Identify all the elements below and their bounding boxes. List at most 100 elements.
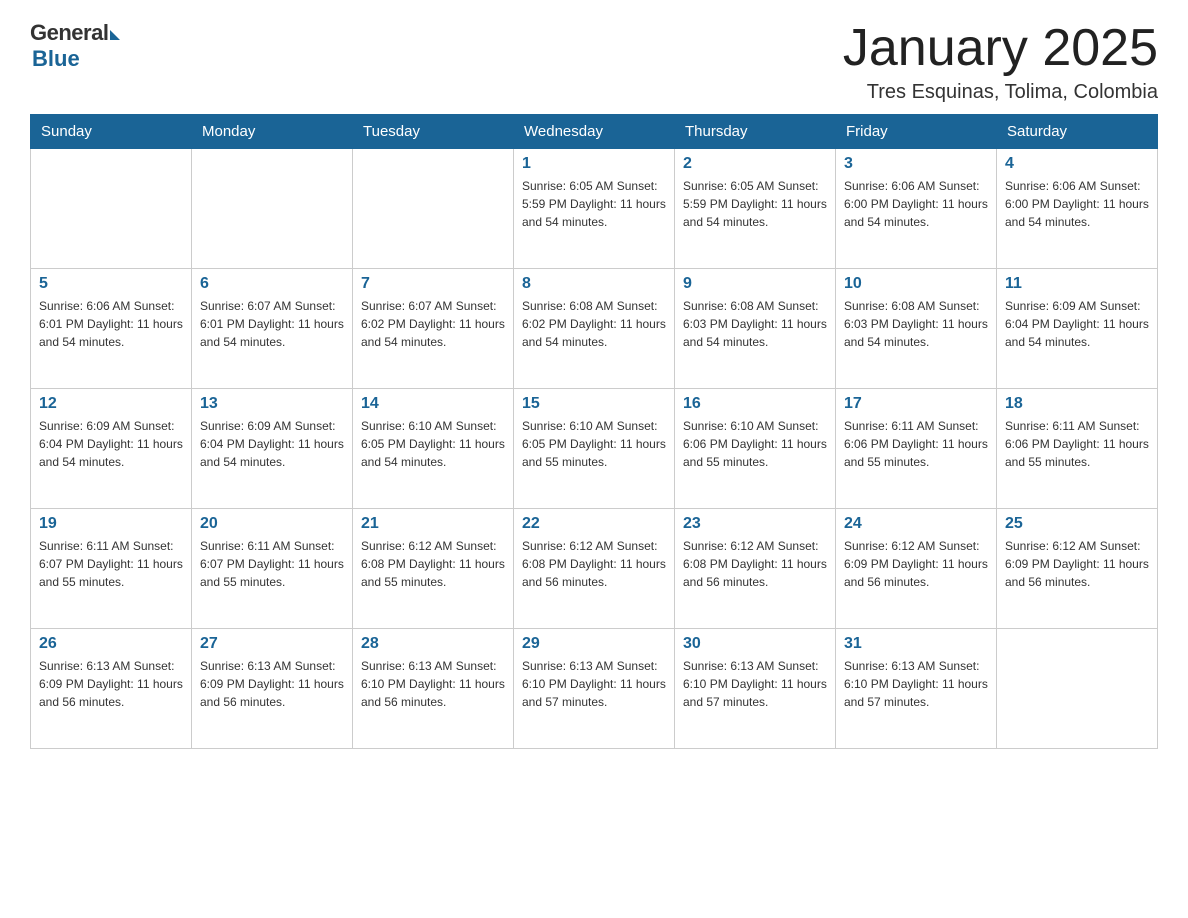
calendar-cell: 22Sunrise: 6:12 AM Sunset: 6:08 PM Dayli…: [514, 509, 675, 629]
calendar-cell: 9 Sunrise: 6:08 AM Sunset: 6:03 PM Daylig…: [675, 269, 836, 389]
calendar-cell: 20 Sunrise: 6:11 AM Sunset: 6:07 PM Dayli…: [192, 509, 353, 629]
calendar-cell: 12 Sunrise: 6:09 AM Sunset: 6:04 PM Dayli…: [31, 389, 192, 509]
day-info: Sunrise: 6:06 AM Sunset: 6:00 PM Dayligh…: [844, 177, 988, 231]
day-number: 26: [39, 635, 183, 653]
day-number: 4: [1005, 155, 1149, 173]
day-info: Sunrise: 6:07 AM Sunset: 6:02 PM Dayligh…: [361, 297, 505, 351]
day-info: Sunrise: 6:10 AM Sunset: 6:06 PM Dayligh…: [683, 417, 827, 471]
day-number: 1: [522, 155, 666, 173]
logo-arrow-icon: [110, 30, 120, 40]
day-number: 2: [683, 155, 827, 173]
calendar-week-2: 5 Sunrise: 6:06 AM Sunset: 6:01 PM Daylig…: [31, 269, 1158, 389]
day-number: 28: [361, 635, 505, 653]
calendar-cell: 19Sunrise: 6:11 AM Sunset: 6:07 PM Dayli…: [31, 509, 192, 629]
day-info: Sunrise: 6:13 AM Sunset: 6:10 PM Dayligh…: [844, 657, 988, 711]
calendar-cell: 29Sunrise: 6:13 AM Sunset: 6:10 PM Dayli…: [514, 629, 675, 749]
day-info: Sunrise: 6:05 AM Sunset: 5:59 PM Dayligh…: [522, 177, 666, 231]
calendar-cell: 15Sunrise: 6:10 AM Sunset: 6:05 PM Dayli…: [514, 389, 675, 509]
calendar-cell: 30 Sunrise: 6:13 AM Sunset: 6:10 PM Dayli…: [675, 629, 836, 749]
day-number: 25: [1005, 515, 1149, 533]
logo-blue-text: Blue: [32, 46, 80, 72]
calendar-title: January 2025: [843, 20, 1158, 77]
calendar-cell: 7Sunrise: 6:07 AM Sunset: 6:02 PM Daylig…: [353, 269, 514, 389]
title-section: January 2025 Tres Esquinas, Tolima, Colo…: [843, 20, 1158, 104]
calendar-cell: 6Sunrise: 6:07 AM Sunset: 6:01 PM Daylig…: [192, 269, 353, 389]
calendar-week-3: 12 Sunrise: 6:09 AM Sunset: 6:04 PM Dayli…: [31, 389, 1158, 509]
day-number: 9: [683, 275, 827, 293]
day-number: 24: [844, 515, 988, 533]
day-info: Sunrise: 6:06 AM Sunset: 6:00 PM Dayligh…: [1005, 177, 1149, 231]
day-info: Sunrise: 6:11 AM Sunset: 6:07 PM Dayligh…: [39, 537, 183, 591]
day-info: Sunrise: 6:12 AM Sunset: 6:09 PM Dayligh…: [844, 537, 988, 591]
column-header-wednesday: Wednesday: [514, 115, 675, 149]
column-header-friday: Friday: [836, 115, 997, 149]
day-number: 10: [844, 275, 988, 293]
calendar-cell: 21 Sunrise: 6:12 AM Sunset: 6:08 PM Dayli…: [353, 509, 514, 629]
day-info: Sunrise: 6:09 AM Sunset: 6:04 PM Dayligh…: [39, 417, 183, 471]
day-number: 13: [200, 395, 344, 413]
calendar-cell: 23Sunrise: 6:12 AM Sunset: 6:08 PM Dayli…: [675, 509, 836, 629]
calendar-cell: 24 Sunrise: 6:12 AM Sunset: 6:09 PM Dayli…: [836, 509, 997, 629]
day-info: Sunrise: 6:11 AM Sunset: 6:06 PM Dayligh…: [844, 417, 988, 471]
day-info: Sunrise: 6:13 AM Sunset: 6:09 PM Dayligh…: [39, 657, 183, 711]
column-header-monday: Monday: [192, 115, 353, 149]
day-number: 14: [361, 395, 505, 413]
day-number: 21: [361, 515, 505, 533]
column-header-sunday: Sunday: [31, 115, 192, 149]
day-number: 18: [1005, 395, 1149, 413]
day-info: Sunrise: 6:11 AM Sunset: 6:06 PM Dayligh…: [1005, 417, 1149, 471]
calendar-header-row: SundayMondayTuesdayWednesdayThursdayFrid…: [31, 115, 1158, 149]
logo: General Blue: [30, 20, 120, 72]
column-header-saturday: Saturday: [997, 115, 1158, 149]
day-number: 5: [39, 275, 183, 293]
day-info: Sunrise: 6:12 AM Sunset: 6:08 PM Dayligh…: [361, 537, 505, 591]
day-info: Sunrise: 6:12 AM Sunset: 6:09 PM Dayligh…: [1005, 537, 1149, 591]
calendar-cell: 27 Sunrise: 6:13 AM Sunset: 6:09 PM Dayli…: [192, 629, 353, 749]
calendar-cell: [192, 149, 353, 269]
column-header-tuesday: Tuesday: [353, 115, 514, 149]
day-info: Sunrise: 6:13 AM Sunset: 6:10 PM Dayligh…: [522, 657, 666, 711]
day-number: 30: [683, 635, 827, 653]
calendar-cell: [353, 149, 514, 269]
calendar-cell: 31Sunrise: 6:13 AM Sunset: 6:10 PM Dayli…: [836, 629, 997, 749]
page-header: General Blue January 2025 Tres Esquinas,…: [30, 20, 1158, 104]
calendar-cell: [997, 629, 1158, 749]
day-info: Sunrise: 6:09 AM Sunset: 6:04 PM Dayligh…: [1005, 297, 1149, 351]
calendar-cell: 3 Sunrise: 6:06 AM Sunset: 6:00 PM Daylig…: [836, 149, 997, 269]
day-info: Sunrise: 6:09 AM Sunset: 6:04 PM Dayligh…: [200, 417, 344, 471]
day-info: Sunrise: 6:06 AM Sunset: 6:01 PM Dayligh…: [39, 297, 183, 351]
calendar-location: Tres Esquinas, Tolima, Colombia: [843, 81, 1158, 104]
day-info: Sunrise: 6:13 AM Sunset: 6:10 PM Dayligh…: [683, 657, 827, 711]
day-info: Sunrise: 6:08 AM Sunset: 6:03 PM Dayligh…: [844, 297, 988, 351]
day-info: Sunrise: 6:10 AM Sunset: 6:05 PM Dayligh…: [522, 417, 666, 471]
day-info: Sunrise: 6:05 AM Sunset: 5:59 PM Dayligh…: [683, 177, 827, 231]
day-info: Sunrise: 6:13 AM Sunset: 6:10 PM Dayligh…: [361, 657, 505, 711]
calendar-cell: 5 Sunrise: 6:06 AM Sunset: 6:01 PM Daylig…: [31, 269, 192, 389]
calendar-cell: 26 Sunrise: 6:13 AM Sunset: 6:09 PM Dayli…: [31, 629, 192, 749]
day-number: 16: [683, 395, 827, 413]
day-info: Sunrise: 6:10 AM Sunset: 6:05 PM Dayligh…: [361, 417, 505, 471]
calendar-cell: 25 Sunrise: 6:12 AM Sunset: 6:09 PM Dayli…: [997, 509, 1158, 629]
day-number: 3: [844, 155, 988, 173]
calendar-cell: 11 Sunrise: 6:09 AM Sunset: 6:04 PM Dayli…: [997, 269, 1158, 389]
calendar-cell: [31, 149, 192, 269]
logo-general-text: General: [30, 20, 108, 46]
day-number: 23: [683, 515, 827, 533]
calendar-cell: 13 Sunrise: 6:09 AM Sunset: 6:04 PM Dayli…: [192, 389, 353, 509]
calendar-cell: 2 Sunrise: 6:05 AM Sunset: 5:59 PM Daylig…: [675, 149, 836, 269]
day-info: Sunrise: 6:08 AM Sunset: 6:02 PM Dayligh…: [522, 297, 666, 351]
calendar-week-1: 1 Sunrise: 6:05 AM Sunset: 5:59 PM Daylig…: [31, 149, 1158, 269]
day-info: Sunrise: 6:08 AM Sunset: 6:03 PM Dayligh…: [683, 297, 827, 351]
day-number: 12: [39, 395, 183, 413]
day-info: Sunrise: 6:13 AM Sunset: 6:09 PM Dayligh…: [200, 657, 344, 711]
day-info: Sunrise: 6:11 AM Sunset: 6:07 PM Dayligh…: [200, 537, 344, 591]
calendar-cell: 10 Sunrise: 6:08 AM Sunset: 6:03 PM Dayli…: [836, 269, 997, 389]
day-number: 11: [1005, 275, 1149, 293]
day-number: 20: [200, 515, 344, 533]
day-number: 8: [522, 275, 666, 293]
column-header-thursday: Thursday: [675, 115, 836, 149]
calendar-cell: 1 Sunrise: 6:05 AM Sunset: 5:59 PM Daylig…: [514, 149, 675, 269]
day-number: 27: [200, 635, 344, 653]
calendar-cell: 28 Sunrise: 6:13 AM Sunset: 6:10 PM Dayli…: [353, 629, 514, 749]
day-number: 6: [200, 275, 344, 293]
